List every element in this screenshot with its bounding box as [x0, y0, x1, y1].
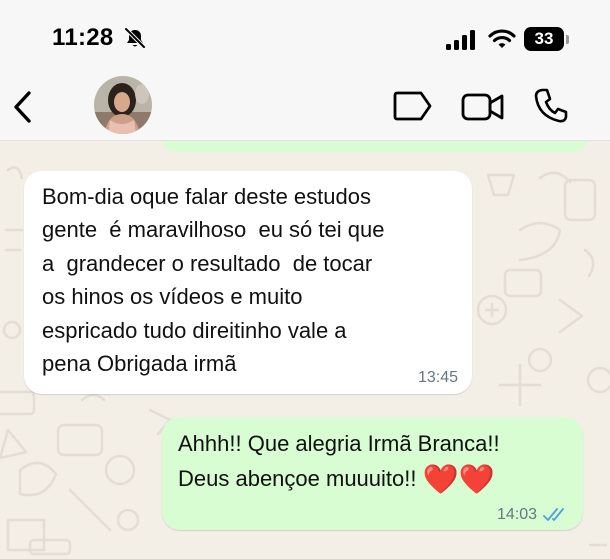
incoming-message-time: 13:45 — [417, 369, 458, 386]
incoming-message-line: a grandecer o resultado de tocar — [42, 250, 373, 276]
read-double-check-icon — [543, 508, 564, 521]
incoming-message-line: gente é maravilhoso eu só tei que — [42, 217, 385, 243]
outgoing-message-meta: 14:03 — [497, 506, 569, 524]
incoming-message-line: espricado tudo direitinho vale a — [42, 317, 347, 343]
status-bar: 11:28 33 — [0, 0, 610, 76]
status-time: 11:28 — [52, 24, 114, 51]
outgoing-message-text: Deus abençoe muuuito!! — [178, 466, 423, 491]
cellular-signal-icon — [446, 30, 475, 50]
outgoing-message-line: Ahhh!! Que alegria Irmã Branca!! — [178, 431, 500, 456]
heart-emoji: ❤️❤️ — [422, 462, 495, 496]
outgoing-message-time: 14:03 — [496, 506, 537, 523]
contact-avatar[interactable] — [94, 76, 152, 134]
battery-tip — [566, 35, 569, 44]
phone-call-icon[interactable] — [534, 88, 568, 124]
incoming-message-line: pena Obrigada irmã — [42, 351, 237, 377]
outgoing-message-line: Deus abençoe muuuito!! ❤️❤️ — [178, 461, 569, 496]
back-chevron-icon[interactable] — [10, 90, 36, 124]
battery-icon: 33 — [524, 27, 564, 51]
bell-muted-icon — [124, 27, 146, 49]
chat-header — [0, 76, 610, 141]
wifi-icon — [488, 29, 516, 48]
incoming-message-line: Bom-dia oque falar deste estudos — [42, 184, 371, 209]
incoming-message-line: os hinos os vídeos e muito — [42, 284, 303, 310]
video-call-icon[interactable] — [461, 92, 505, 122]
outgoing-message-bubble[interactable]: Ahhh!! Que alegria Irmã Branca!! Deus ab… — [162, 417, 583, 530]
label-tag-icon[interactable] — [393, 91, 433, 121]
incoming-message-bubble[interactable]: Bom-dia oque falar deste estudos gente é… — [24, 171, 472, 394]
